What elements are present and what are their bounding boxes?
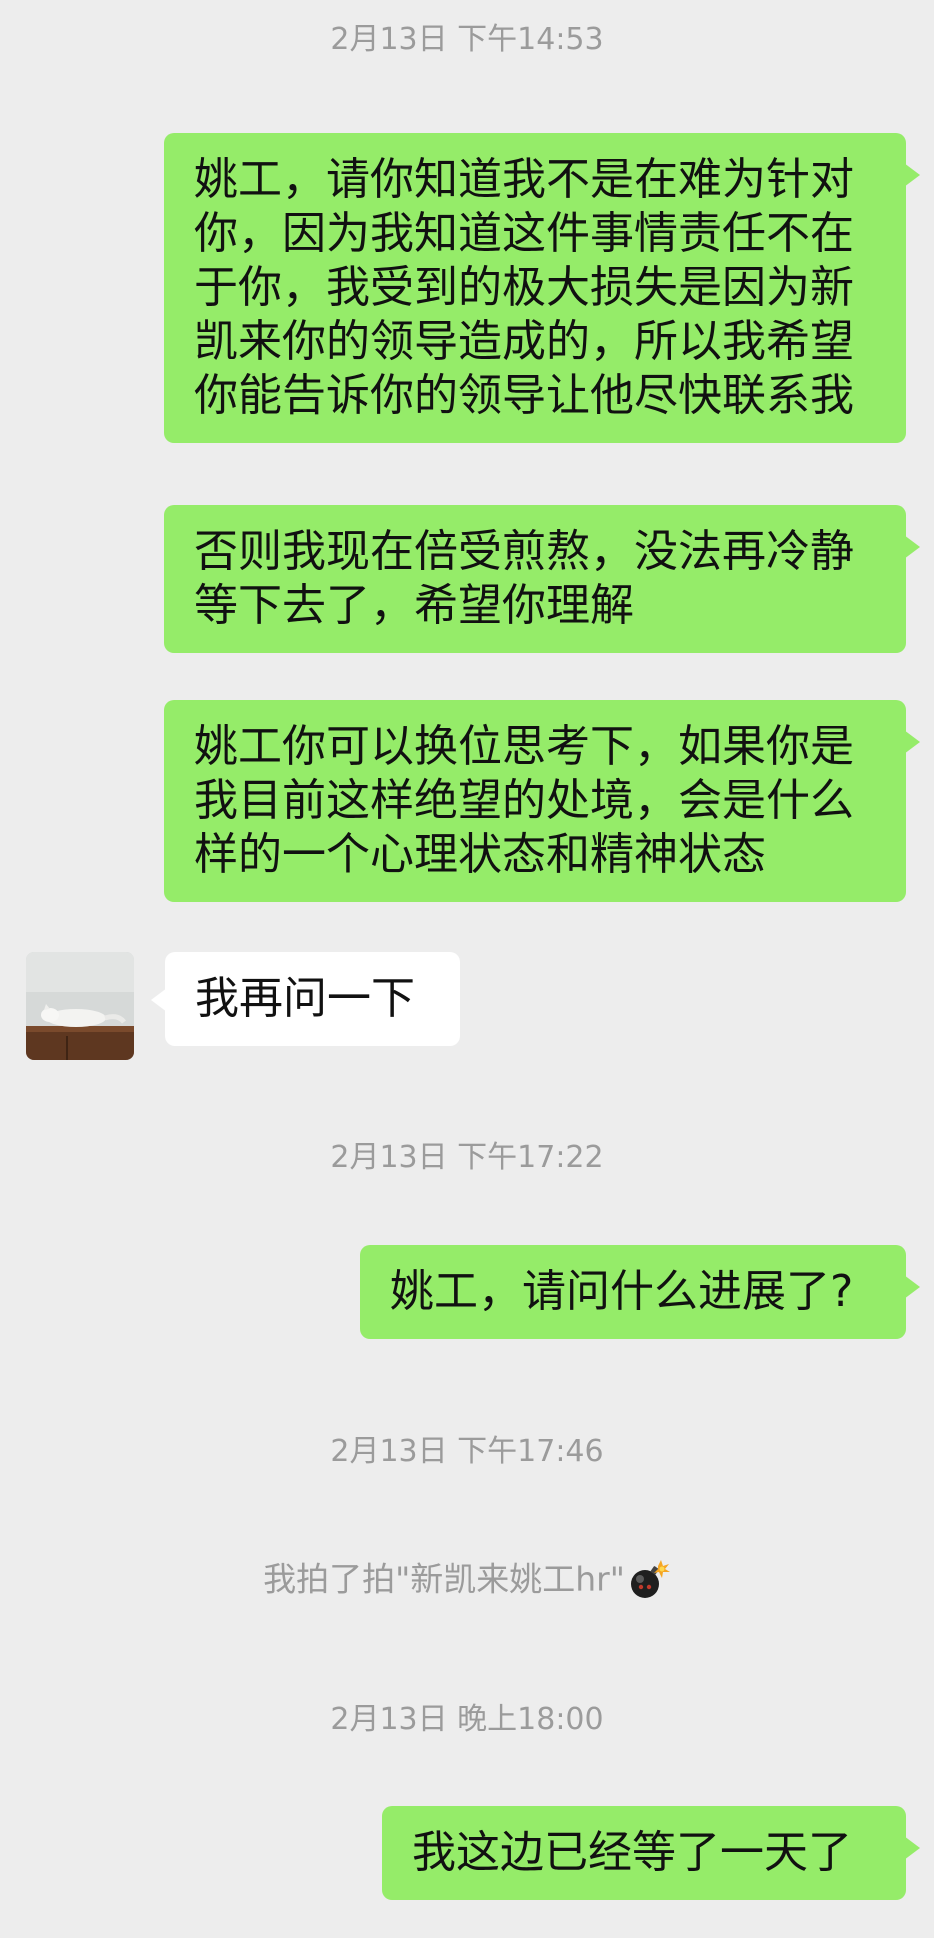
message-bubble-sent[interactable]: 姚工你可以换位思考下，如果你是我目前这样绝望的处境，会是什么样的一个心理状态和精…	[164, 700, 920, 902]
message-bubble-received[interactable]: 我再问一下	[151, 952, 460, 1046]
timestamp: 2月13日 下午14:53	[330, 22, 604, 57]
bomb-icon	[630, 1559, 670, 1598]
message-bubble-sent[interactable]: 我这边已经等了一天了	[382, 1806, 920, 1900]
message-bubble-sent[interactable]: 否则我现在倍受煎熬，没法再冷静等下去了，希望你理解	[164, 505, 920, 653]
contact-avatar[interactable]	[26, 952, 134, 1060]
pat-notification: 我拍了拍"新凯来姚工hr"	[0, 1556, 934, 1600]
pat-notification-text: 我拍了拍"新凯来姚工hr"	[263, 1559, 625, 1599]
timestamp: 2月13日 下午17:46	[330, 1434, 604, 1469]
message-bubble-sent[interactable]: 姚工，请你知道我不是在难为针对你，因为我知道这件事情责任不在于你，我受到的极大损…	[164, 133, 920, 443]
message-bubble-sent[interactable]: 姚工，请问什么进展了?	[360, 1245, 920, 1339]
chat-window: 2月13日 下午14:53 姚工，请你知道我不是在难为针对你，因为我知道这件事情…	[0, 0, 934, 1938]
timestamp: 2月13日 下午17:22	[330, 1140, 604, 1175]
timestamp: 2月13日 晚上18:00	[330, 1702, 604, 1737]
cat-on-cabinet-avatar	[26, 952, 134, 1060]
